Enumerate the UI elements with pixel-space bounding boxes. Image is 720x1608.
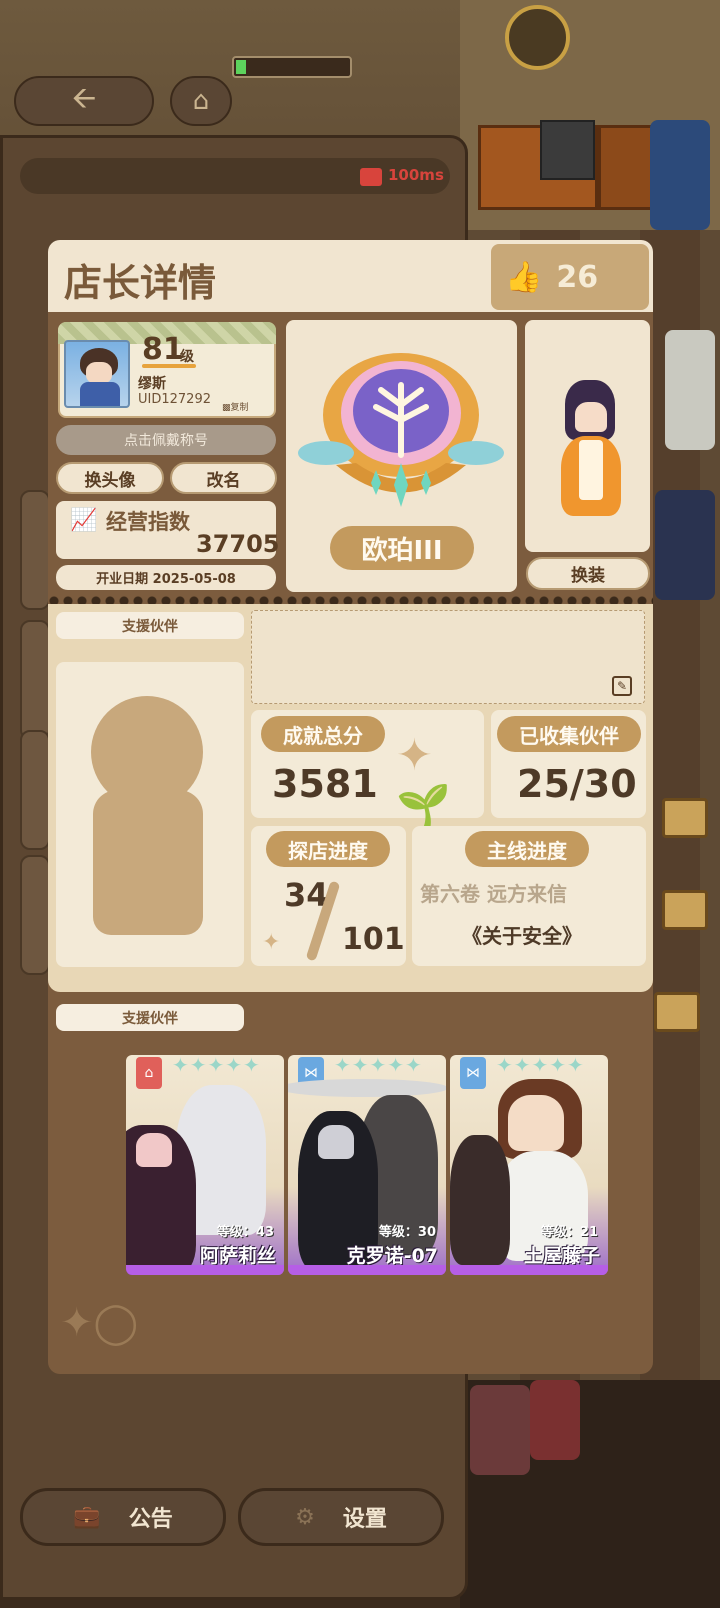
empty-partner-silhouette-body — [93, 790, 203, 935]
character-display — [525, 320, 650, 552]
background-table — [662, 890, 708, 930]
open-date: 开业日期 2025-05-08 — [56, 565, 276, 590]
npc-figure — [470, 1385, 530, 1475]
rarity-bar — [288, 1265, 446, 1275]
story-label: 主线进度 — [465, 831, 589, 867]
side-slot[interactable] — [20, 490, 50, 610]
settings-label: 设置 — [342, 1507, 387, 1532]
level-unit: 级 — [180, 349, 194, 365]
like-button[interactable]: 👍 26 — [491, 244, 649, 310]
home-button[interactable]: ⌂ — [170, 76, 232, 126]
background-table — [662, 798, 708, 838]
thumbs-up-icon: 👍 — [505, 259, 543, 295]
like-count: 26 — [556, 259, 599, 295]
rank-label: 欧珀III — [330, 526, 474, 570]
explore-label: 探店进度 — [266, 831, 390, 867]
npc-figure — [530, 1380, 580, 1460]
partner-level: 等级：30 — [378, 1225, 436, 1240]
side-slot[interactable] — [20, 730, 50, 850]
partner-level: 等级：43 — [216, 1225, 274, 1240]
chart-icon: 📈 — [70, 508, 98, 533]
story-title: 《关于安全》 — [462, 924, 582, 948]
collected-value: 25/30 — [517, 762, 637, 806]
progress-fill — [236, 60, 246, 74]
copy-label: 复制 — [230, 403, 249, 413]
equip-title-button[interactable]: 点击佩戴称号 — [56, 425, 276, 455]
side-slot[interactable] — [20, 620, 50, 740]
player-level: 81 — [142, 332, 184, 367]
partner-card[interactable]: ⋈ ✦✦✦✦✦ 等级：21 土屋藤子 — [450, 1055, 608, 1275]
character-face — [575, 402, 607, 432]
background-table — [654, 992, 700, 1032]
achievement-label: 成就总分 — [261, 716, 385, 752]
partner-card[interactable]: ⌂ ✦✦✦✦✦ 等级：43 阿萨莉丝 — [126, 1055, 284, 1275]
empty-section — [48, 1290, 653, 1374]
star-rating: ✦✦✦✦✦ — [334, 1055, 423, 1077]
partner-name: 土屋藤子 — [523, 1245, 600, 1267]
change-avatar-button[interactable]: 换头像 — [56, 462, 164, 494]
rarity-bar — [450, 1265, 608, 1275]
npc-figure — [665, 330, 715, 450]
arrow-left-icon: 🡨 — [71, 80, 97, 116]
partner-figure — [450, 1135, 510, 1265]
edit-icon[interactable]: ✎ — [612, 676, 632, 696]
business-index-value: 37705 — [196, 530, 280, 558]
home-icon: ⌂ — [192, 86, 210, 116]
story-chapter: 第六卷 远方来信 — [420, 882, 567, 906]
signature-box[interactable] — [251, 610, 645, 704]
coffee-machine — [540, 120, 595, 180]
notice-label: 公告 — [128, 1507, 173, 1532]
ping-text: 100ms — [388, 166, 444, 184]
explore-total: 101 — [342, 922, 405, 957]
collected-label: 已收集伙伴 — [497, 716, 641, 752]
scythe-icon — [288, 1079, 446, 1097]
partner-card[interactable]: ⋈ ✦✦✦✦✦ 等级：30 克罗诺-07 — [288, 1055, 446, 1275]
npc-figure — [650, 120, 710, 230]
player-uid: UID127292 — [138, 392, 211, 407]
change-outfit-button[interactable]: 换装 — [526, 557, 650, 590]
signal-icon — [360, 168, 382, 186]
avatar[interactable] — [64, 340, 130, 408]
sparkle-icon: ✦ — [262, 930, 281, 955]
star-rating: ✦✦✦✦✦ — [172, 1055, 261, 1077]
page-title: 店长详情 — [64, 261, 217, 305]
rank-emblem-icon — [298, 353, 504, 507]
coffee-bean-icon: ✦🌱 — [396, 730, 451, 833]
rename-button[interactable]: 改名 — [170, 462, 277, 494]
notice-button[interactable]: 💼 公告 — [20, 1488, 226, 1546]
briefcase-icon: 💼 — [73, 1504, 101, 1530]
star-rating: ✦✦✦✦✦ — [496, 1055, 585, 1077]
rarity-bar — [126, 1265, 284, 1275]
settings-button[interactable]: ⚙ 设置 — [238, 1488, 444, 1546]
bow-icon: ⋈ — [460, 1057, 486, 1089]
partner-figure — [508, 1095, 564, 1151]
house-icon: ⌂ — [136, 1057, 162, 1089]
partner-figure — [318, 1125, 354, 1159]
partner-name: 克罗诺-07 — [346, 1245, 438, 1267]
npc-figure — [655, 490, 715, 600]
player-name: 缪斯 — [138, 376, 166, 392]
coffee-bean-icon: ✦◯ — [60, 1300, 139, 1346]
copy-uid-button[interactable]: ▩复制 — [222, 400, 249, 413]
partner-name: 阿萨莉丝 — [199, 1245, 276, 1267]
support-partner-header: 支援伙伴 — [56, 612, 244, 639]
achievement-value: 3581 — [272, 762, 378, 806]
business-index-label: 经营指数 — [106, 510, 190, 534]
back-button[interactable]: 🡨 — [14, 76, 154, 126]
character-apron — [579, 440, 603, 500]
level-bar — [142, 364, 196, 368]
side-slot[interactable] — [20, 855, 50, 975]
support-team-header: 支援伙伴 — [56, 1004, 244, 1031]
status-bar — [20, 158, 450, 194]
gear-icon: ⚙ — [295, 1504, 315, 1530]
progress-slot — [232, 56, 352, 78]
partner-figure — [136, 1133, 172, 1167]
wall-clock — [505, 5, 570, 70]
partner-level: 等级：21 — [540, 1225, 598, 1240]
